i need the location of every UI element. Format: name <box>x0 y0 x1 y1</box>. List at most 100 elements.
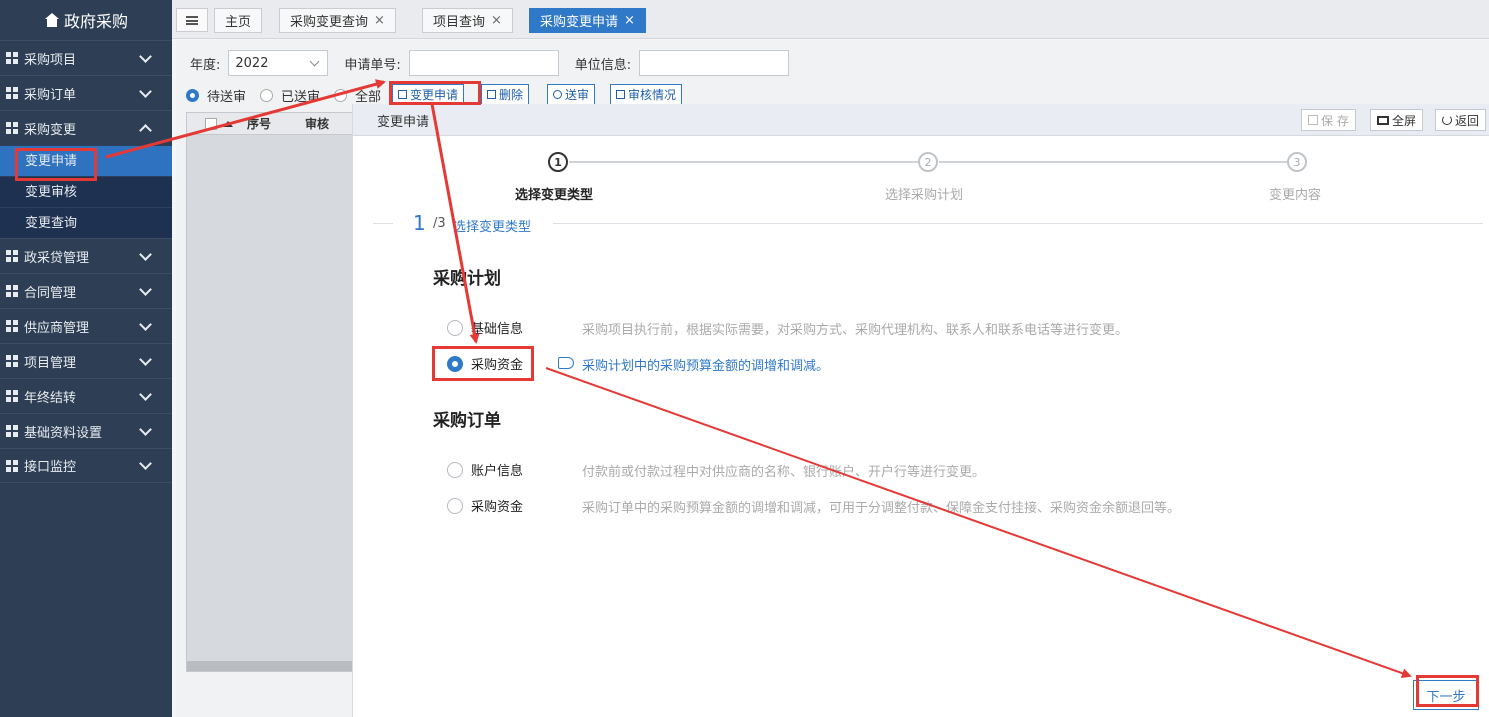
sidebar-toggle-button[interactable] <box>176 8 208 32</box>
divider <box>373 223 393 224</box>
delete-button[interactable]: 删除 <box>481 84 530 105</box>
sidebar-item-purchase-change[interactable]: 采购变更 <box>0 110 172 145</box>
close-icon[interactable]: × <box>374 13 385 28</box>
menu-icon <box>186 15 198 25</box>
section-step-total: /3 <box>433 216 446 231</box>
option-order-funds[interactable]: 采购资金 <box>447 496 523 515</box>
sidebar-item-supplier[interactable]: 供应商管理 <box>0 308 172 343</box>
save-button[interactable]: 保 存 <box>1301 109 1356 131</box>
select-all-checkbox[interactable] <box>205 117 217 130</box>
data-grid: 序号 审核 <box>186 112 356 672</box>
grid-header: 序号 审核 <box>187 113 355 135</box>
sidebar-item-year-end[interactable]: 年终结转 <box>0 378 172 413</box>
grid-icon <box>6 390 18 402</box>
year-select[interactable]: 2022 <box>228 50 329 76</box>
sidebar-subitem-change-review[interactable]: 变更审核 <box>0 176 172 207</box>
col-header-review: 审核 <box>305 117 330 131</box>
grid-icon <box>6 459 18 472</box>
group-title-plan: 采购计划 <box>433 269 501 289</box>
step-label-3: 变更内容 <box>1269 188 1322 203</box>
option-description: 采购订单中的采购预算金额的调增和调减，可用于分调整付款、保障金支付挂接、采购资金… <box>582 501 1181 516</box>
sidebar-subitem-change-apply[interactable]: 变更申请 <box>0 145 172 176</box>
submit-button[interactable]: 送审 <box>547 84 596 105</box>
button-label: 送审 <box>565 88 590 102</box>
grid-icon <box>6 320 18 332</box>
step-label-1: 选择变更类型 <box>515 188 594 203</box>
edit-icon <box>398 90 407 99</box>
sidebar-item-loan[interactable]: 政采贷管理 <box>0 238 172 273</box>
chevron-down-icon <box>139 49 152 63</box>
submenu-purchase-change: 变更申请 变更审核 变更查询 <box>0 145 172 238</box>
chevron-up-icon <box>139 123 152 137</box>
radio-submitted[interactable] <box>260 89 274 102</box>
filter-bar: 年度: 2022 申请单号: 单位信息: <box>190 50 790 76</box>
horizontal-scrollbar[interactable] <box>187 661 355 671</box>
grid-icon <box>6 250 18 262</box>
button-label: 删除 <box>499 88 524 102</box>
sidebar-item-base-data[interactable]: 基础资料设置 <box>0 413 172 448</box>
option-description: 采购项目执行前，根据实际需要，对采购方式、采购代理机构、联系人和联系电话等进行变… <box>582 323 1129 338</box>
close-icon[interactable]: × <box>491 13 502 28</box>
option-label: 基础信息 <box>471 322 524 337</box>
sidebar-item-label: 采购变更 <box>24 122 77 138</box>
option-label: 采购资金 <box>471 358 524 373</box>
chevron-down-icon <box>139 317 152 331</box>
sidebar-item-purchase-project[interactable]: 采购项目 <box>0 40 172 75</box>
radio-label: 待送审 <box>207 90 247 105</box>
panel-header: 变更申请 保 存 全屏 返回 <box>353 104 1489 136</box>
tab-home[interactable]: 主页 <box>214 8 263 33</box>
apply-no-label: 申请单号: <box>344 57 401 73</box>
tab-bar: 主页 采购变更查询 × 项目查询 × 采购变更申请 × <box>172 0 1489 39</box>
sort-icon[interactable] <box>223 120 233 127</box>
option-order-account-info[interactable]: 账户信息 <box>447 460 523 479</box>
sidebar-subitem-change-query[interactable]: 变更查询 <box>0 207 172 238</box>
app-root: 政府采购 采购项目 采购订单 采购变更 变更申请 变更审核 变更查询 政采贷管理 <box>0 0 1489 717</box>
radio-label: 已送审 <box>281 90 321 105</box>
chevron-down-icon <box>139 457 152 470</box>
option-plan-basic-info[interactable]: 基础信息 <box>447 318 523 337</box>
tab-project-query[interactable]: 项目查询 × <box>422 8 513 33</box>
radio-all[interactable] <box>334 89 348 102</box>
back-button[interactable]: 返回 <box>1435 109 1487 131</box>
tab-label: 采购变更申请 <box>540 15 619 30</box>
sidebar-item-label: 政采贷管理 <box>24 250 90 266</box>
radio-pending[interactable] <box>186 89 199 102</box>
review-status-button[interactable]: 审核情况 <box>610 84 683 105</box>
brand[interactable]: 政府采购 <box>0 0 172 40</box>
tab-change-apply[interactable]: 采购变更申请 × <box>529 8 646 33</box>
year-value: 2022 <box>235 55 269 71</box>
apply-no-input[interactable] <box>408 50 559 76</box>
sidebar-item-label: 年终结转 <box>24 390 77 406</box>
save-icon <box>1308 115 1318 125</box>
sidebar-item-label: 供应商管理 <box>24 320 90 336</box>
brand-title: 政府采购 <box>63 12 128 31</box>
grid-icon <box>6 355 18 367</box>
chevron-down-icon <box>309 56 320 66</box>
change-apply-button[interactable]: 变更申请 <box>392 84 465 105</box>
col-header-no: 序号 <box>247 117 272 131</box>
unit-label: 单位信息: <box>574 57 632 73</box>
radio[interactable] <box>447 319 463 336</box>
sidebar-item-contract[interactable]: 合同管理 <box>0 273 172 308</box>
step-circle-2: 2 <box>918 152 938 172</box>
section-heading: 1 /3 选择变更类型 <box>373 211 1483 235</box>
radio[interactable] <box>447 497 463 514</box>
fullscreen-button[interactable]: 全屏 <box>1370 109 1424 131</box>
sidebar-item-purchase-order[interactable]: 采购订单 <box>0 75 172 110</box>
step-label-2: 选择采购计划 <box>885 188 964 203</box>
next-step-button[interactable]: 下一步 <box>1413 680 1479 710</box>
option-description: 采购计划中的采购预算金额的调增和调减。 <box>582 359 830 374</box>
sidebar-item-interface-monitor[interactable]: 接口监控 <box>0 448 172 483</box>
radio-selected[interactable] <box>447 355 463 372</box>
tab-change-query[interactable]: 采购变更查询 × <box>279 8 396 33</box>
button-label: 审核情况 <box>628 88 677 102</box>
close-icon[interactable]: × <box>624 13 635 28</box>
radio[interactable] <box>447 461 463 478</box>
option-plan-funds[interactable]: 采购资金 <box>447 354 523 373</box>
status-radio-group: 待送审 已送审 全部 <box>186 86 381 105</box>
unit-input[interactable] <box>639 50 790 76</box>
divider <box>553 223 1483 224</box>
sidebar-item-project[interactable]: 项目管理 <box>0 343 172 378</box>
chevron-down-icon <box>139 282 152 296</box>
home-icon <box>44 13 60 27</box>
